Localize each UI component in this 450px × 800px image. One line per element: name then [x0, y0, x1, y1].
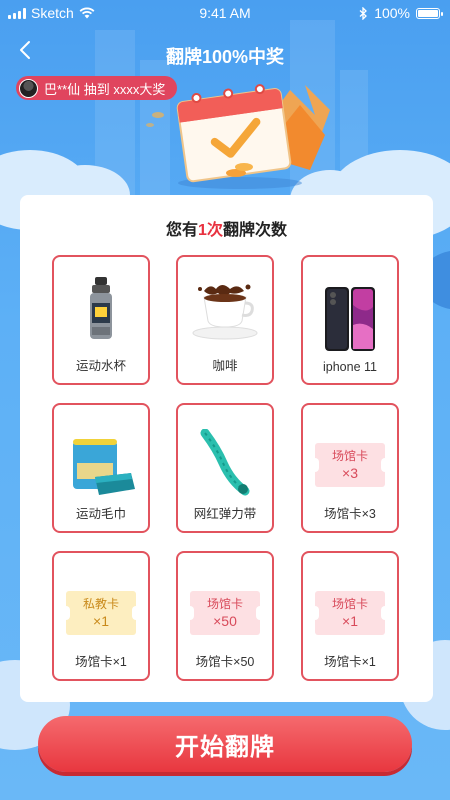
ticket-name: 场馆卡: [206, 597, 243, 611]
status-bar: Sketch 9:41 AM 100%: [0, 0, 450, 26]
avatar: [19, 78, 38, 98]
prize-tile-coffee[interactable]: 咖啡: [176, 255, 274, 385]
ticket-name: 场馆卡: [331, 449, 368, 463]
water-bottle-icon: [90, 277, 112, 339]
resistance-band-icon: [200, 429, 250, 496]
prize-tile-trainer-card[interactable]: 私教卡 ×1 场馆卡×1: [52, 551, 150, 681]
ticket-value: ×50: [213, 613, 237, 629]
prize-tile-venue-card-1[interactable]: 场馆卡 ×1 场馆卡×1: [301, 551, 399, 681]
flip-count-title: 您有1次翻牌次数: [20, 216, 433, 240]
venue-card-ticket: 场馆卡 ×3: [311, 443, 389, 487]
venue-card-ticket: 场馆卡 ×1: [311, 591, 389, 635]
trainer-card-ticket: 私教卡 ×1: [62, 591, 140, 635]
prize-label: 网红弹力带: [193, 507, 257, 521]
bluetooth-icon: [359, 6, 368, 20]
battery-percent: 100%: [374, 5, 410, 21]
towel-icon: [73, 439, 135, 495]
prize-label: 场馆卡×1: [75, 655, 127, 669]
status-right: 100%: [359, 5, 443, 21]
ticket-value: ×3: [342, 465, 358, 481]
title-suffix: 翻牌次数: [222, 222, 287, 239]
prize-label: iphone 11: [323, 360, 377, 374]
prize-tile-venue-card-50[interactable]: 场馆卡 ×50 场馆卡×50: [176, 551, 274, 681]
ticket-value: ×1: [93, 613, 109, 629]
iphone-icon: [325, 287, 375, 351]
page-title: 翻牌100%中奖: [165, 47, 285, 67]
ticket-name: 场馆卡: [331, 597, 368, 611]
prize-label: 场馆卡×50: [195, 655, 255, 669]
prize-tile-venue-card-3[interactable]: 场馆卡 ×3 场馆卡×3: [301, 403, 399, 533]
prize-label: 场馆卡×3: [324, 507, 376, 521]
prize-label: 运动毛巾: [75, 507, 126, 521]
prize-tile-towel[interactable]: 运动毛巾: [52, 403, 150, 533]
ticket-value: ×1: [342, 613, 358, 629]
coffee-cup-icon: [192, 284, 258, 340]
prize-label: 运动水杯: [75, 359, 126, 373]
battery-icon: [416, 7, 443, 19]
prize-tile-resistance-band[interactable]: 网红弹力带: [176, 403, 274, 533]
prize-card: 您有1次翻牌次数 运动水杯 咖啡 iphone 11 运动毛巾 网红弹力带 场馆…: [20, 195, 433, 702]
ticket-name: 私教卡: [82, 597, 119, 611]
flip-count: 1次: [198, 222, 223, 239]
title-prefix: 您有: [166, 222, 199, 239]
prize-tile-iphone[interactable]: iphone 11: [301, 255, 399, 385]
calendar-check-illustration: [146, 84, 330, 189]
venue-card-ticket: 场馆卡 ×50: [186, 591, 264, 635]
prize-label: 咖啡: [212, 359, 238, 373]
start-flip-button[interactable]: 开始翻牌: [38, 716, 412, 772]
prize-tile-water-bottle[interactable]: 运动水杯: [52, 255, 150, 385]
prize-label: 场馆卡×1: [324, 655, 376, 669]
